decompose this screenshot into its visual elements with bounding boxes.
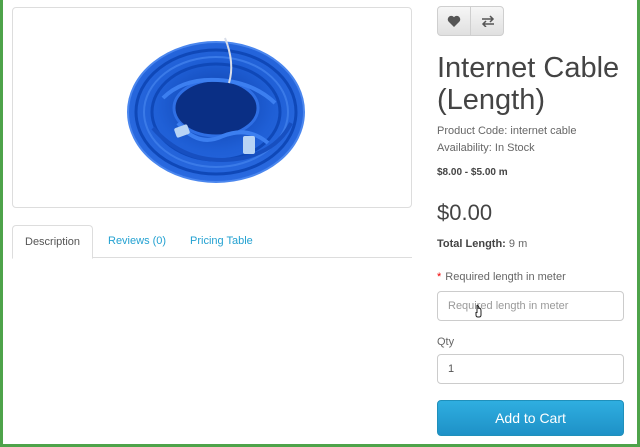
tab-description[interactable]: Description [12, 225, 94, 259]
required-length-input[interactable] [437, 291, 624, 321]
product-title-line1: Internet Cable [437, 52, 620, 84]
qty-input[interactable] [437, 354, 624, 384]
product-action-buttons [437, 6, 504, 36]
cable-coil-image [127, 37, 305, 183]
total-length: Total Length: 9 m [437, 238, 527, 250]
add-to-cart-button[interactable]: Add to Cart [437, 400, 624, 436]
required-length-label: * Required length in meter [437, 271, 566, 283]
heart-icon [447, 15, 461, 27]
product-price: $0.00 [437, 200, 493, 225]
product-title: Internet Cable (Length) [437, 52, 637, 116]
total-length-value: 9 m [508, 238, 528, 250]
product-code-value: internet cable [510, 125, 577, 137]
product-image-thumbnail[interactable] [12, 7, 412, 208]
mouse-cursor-icon [475, 304, 482, 318]
tab-pricing-table[interactable]: Pricing Table [178, 225, 265, 258]
required-length-label-text: Required length in meter [445, 271, 566, 283]
qty-label: Qty [437, 336, 455, 348]
wishlist-button[interactable] [438, 7, 471, 35]
product-page: Description Reviews (0) Pricing Table In… [3, 0, 637, 444]
availability: Availability: In Stock [437, 142, 535, 154]
availability-value: In Stock [494, 142, 535, 154]
total-length-label: Total Length: [437, 238, 506, 250]
required-star: * [437, 271, 442, 283]
price-range: $8.00 - $5.00 m [437, 167, 508, 178]
product-tabs: Description Reviews (0) Pricing Table [12, 225, 412, 259]
compare-button[interactable] [471, 7, 504, 35]
tab-reviews[interactable]: Reviews (0) [96, 225, 178, 258]
availability-label: Availability: [437, 142, 492, 154]
product-code: Product Code: internet cable [437, 125, 576, 137]
product-title-line2: (Length) [437, 84, 546, 116]
product-code-label: Product Code: [437, 125, 508, 137]
compare-arrows-icon [481, 15, 494, 27]
